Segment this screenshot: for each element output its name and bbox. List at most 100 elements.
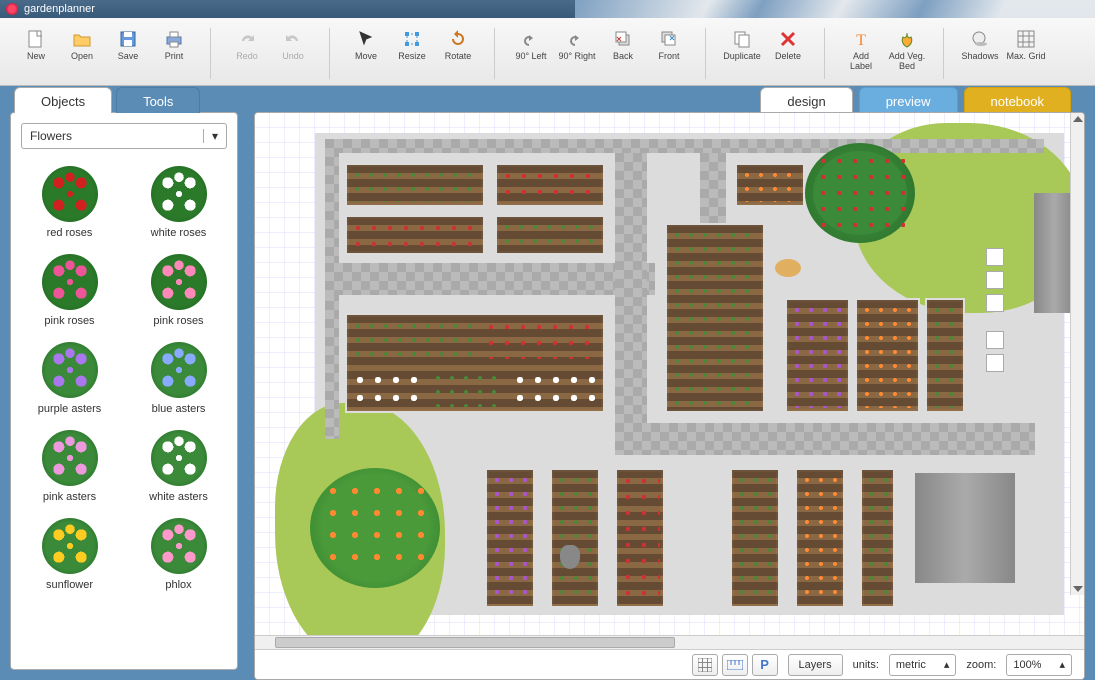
veg-bed[interactable] [925,298,965,413]
object-item-purple-asters[interactable]: purple asters [17,335,122,419]
object-item-white-roses[interactable]: white roses [126,159,231,243]
tab-objects[interactable]: Objects [14,87,112,113]
scroll-down-icon[interactable] [1073,586,1083,592]
tab-design-label: design [787,94,825,109]
gravel-path[interactable] [325,263,655,295]
units-select[interactable]: metric ▴ [889,654,956,676]
paving-stone[interactable] [986,294,1004,312]
back-button[interactable]: Back [601,24,645,83]
delete-button[interactable]: Delete [766,24,810,83]
print-label: Print [165,52,184,62]
resize-button[interactable]: Resize [390,24,434,83]
veg-bed[interactable] [795,468,845,608]
rotate-right-icon [566,28,588,50]
scroll-up-icon[interactable] [1073,116,1083,122]
open-button[interactable]: Open [60,24,104,83]
object-item-label: blue asters [152,403,206,415]
sun-hat-icon[interactable] [775,259,801,277]
fruit-tree[interactable] [310,468,440,588]
object-item-label: pink asters [43,491,96,503]
veg-bed[interactable] [730,468,780,608]
shadow-icon [969,28,991,50]
object-item-sunflower[interactable]: sunflower [17,511,122,595]
object-item-white-asters[interactable]: white asters [126,423,231,507]
units-label: units: [853,659,879,671]
object-item-red-roses[interactable]: red roses [17,159,122,243]
veg-bed[interactable] [860,468,895,608]
gravel-path[interactable] [615,153,647,443]
veg-bed[interactable] [615,468,665,608]
new-button[interactable]: New [14,24,58,83]
tab-objects-label: Objects [41,94,85,109]
print-button[interactable]: Print [152,24,196,83]
veg-bed[interactable] [735,163,805,207]
veg-bed[interactable] [665,223,765,413]
ninetyleft-button[interactable]: 90° Left [509,24,553,83]
front-button[interactable]: Front [647,24,691,83]
plant-icon [34,515,106,577]
object-item-phlox[interactable]: phlox [126,511,231,595]
garden-shed[interactable] [1034,193,1074,313]
new-label: New [27,52,45,62]
tab-preview[interactable]: preview [859,87,958,113]
addlabel-button[interactable]: TAdd Label [839,24,883,83]
send-back-icon [612,28,634,50]
resize-label: Resize [398,52,426,62]
veg-bed[interactable] [550,468,600,608]
grid-toggle-button[interactable] [692,654,718,676]
design-canvas[interactable]: P Layers units: metric ▴ zoom: 100% ▴ [254,112,1085,680]
shadows-button[interactable]: Shadows [958,24,1002,83]
paving-stone[interactable] [986,331,1004,349]
paving-stone[interactable] [986,248,1004,266]
object-item-pink-roses[interactable]: pink roses [17,247,122,331]
veg-bed[interactable] [345,215,485,255]
gardener-icon[interactable] [560,545,580,569]
text-icon: T [850,28,872,50]
folder-open-icon [71,28,93,50]
object-item-label: white asters [149,491,208,503]
duplicate-button[interactable]: Duplicate [720,24,764,83]
addvegbed-button[interactable]: Add Veg. Bed [885,24,929,83]
tab-notebook[interactable]: notebook [964,87,1072,113]
veg-bed[interactable] [345,163,485,207]
save-button[interactable]: Save [106,24,150,83]
ninetyright-label: 90° Right [558,52,595,62]
redo-button[interactable]: Redo [225,24,269,83]
veg-bed[interactable] [345,313,605,413]
tab-tools[interactable]: Tools [116,87,200,113]
horizontal-scrollbar[interactable] [255,635,1084,649]
veg-bed[interactable] [855,298,920,413]
rotate-button[interactable]: Rotate [436,24,480,83]
properties-button[interactable]: P [752,654,778,676]
move-button[interactable]: Move [344,24,388,83]
layers-button[interactable]: Layers [788,654,843,676]
garden-shed[interactable] [915,473,1015,583]
tab-preview-label: preview [886,94,931,109]
gravel-path[interactable] [615,423,1035,455]
ruler-toggle-button[interactable] [722,654,748,676]
veg-bed[interactable] [785,298,850,413]
ninetyright-button[interactable]: 90° Right [555,24,599,83]
object-category-select[interactable]: Flowers ▾ [21,123,227,149]
shrub[interactable] [805,143,915,243]
paving-stone[interactable] [986,271,1004,289]
object-item-blue-asters[interactable]: blue asters [126,335,231,419]
object-item-pink-asters[interactable]: pink asters [17,423,122,507]
paving-stone[interactable] [986,354,1004,372]
canvas-viewport[interactable] [255,113,1084,635]
veg-bed[interactable] [495,215,605,255]
scroll-thumb[interactable] [275,637,675,648]
main-toolbar: New OpenSave Print RedoUndo Move Resize Rota… [0,18,1095,86]
veg-bed[interactable] [485,468,535,608]
undo-button[interactable]: Undo [271,24,315,83]
sidebar-body: Flowers ▾ red roseswhite rosespink roses… [10,112,238,670]
object-item-pink-roses[interactable]: pink roses [126,247,231,331]
veg-bed[interactable] [495,163,605,207]
vertical-scrollbar[interactable] [1070,113,1084,595]
plant-icon [143,515,215,577]
stone-wall[interactable] [325,139,1044,153]
duplicate-icon [731,28,753,50]
tab-design[interactable]: design [760,87,852,113]
zoom-select[interactable]: 100% ▴ [1006,654,1072,676]
maxgrid-button[interactable]: Max. Grid [1004,24,1048,83]
